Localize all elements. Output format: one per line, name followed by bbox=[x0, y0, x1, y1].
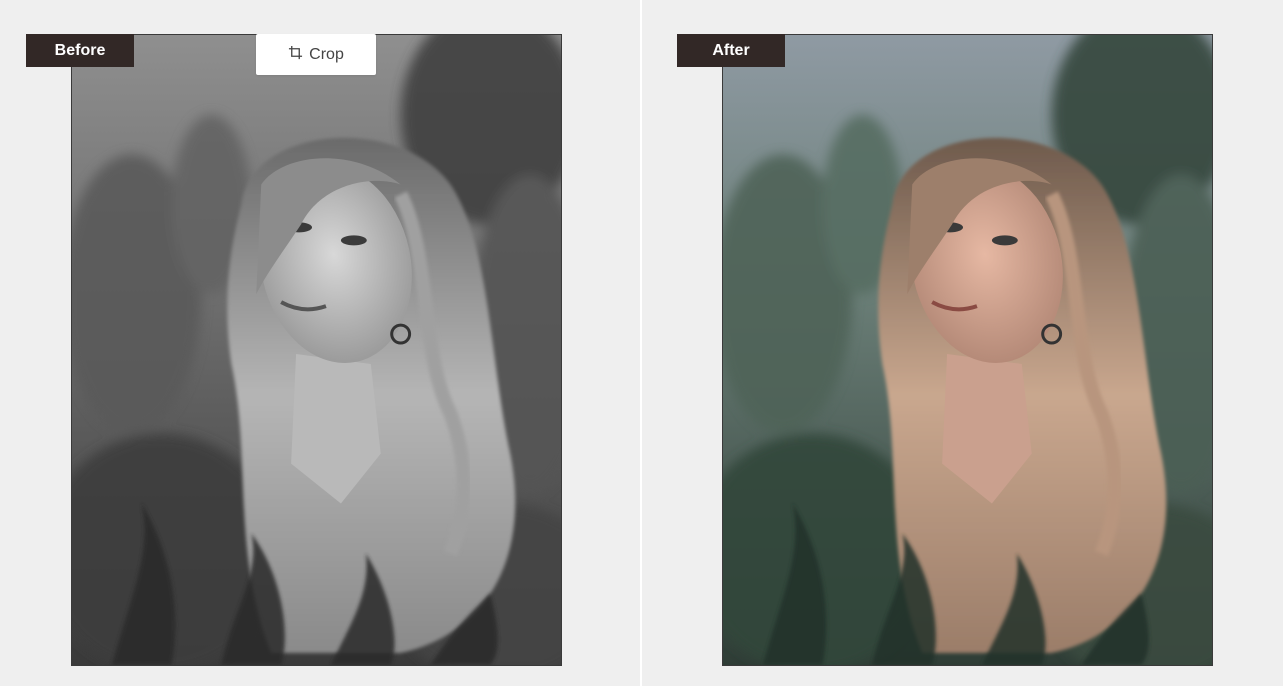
crop-button-label: Crop bbox=[309, 45, 344, 63]
after-image bbox=[722, 34, 1213, 666]
before-after-comparison: Before Crop After bbox=[0, 0, 1283, 686]
crop-button[interactable]: Crop bbox=[256, 34, 376, 75]
before-tag: Before bbox=[26, 34, 134, 67]
before-image bbox=[71, 34, 562, 666]
crop-icon bbox=[288, 45, 303, 65]
after-tag: After bbox=[677, 34, 785, 67]
after-panel: After bbox=[642, 0, 1283, 686]
before-panel: Before Crop bbox=[0, 0, 640, 686]
